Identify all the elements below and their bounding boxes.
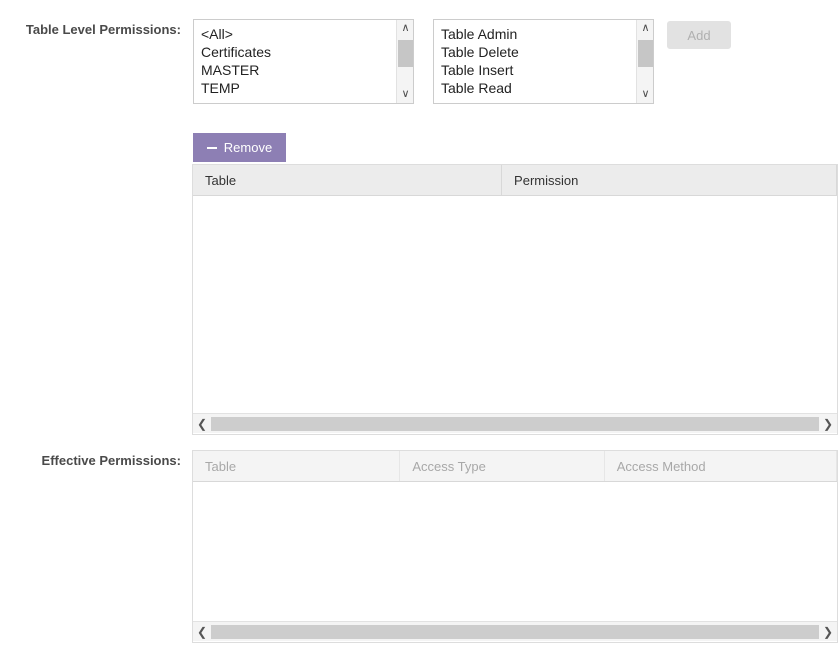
table-list-options[interactable]: <All> Certificates MASTER TEMP — [194, 20, 396, 103]
list-item[interactable]: Certificates — [201, 43, 396, 61]
table-permissions-horizontal-scrollbar[interactable]: ❮ ❯ — [193, 413, 837, 433]
permission-list-options[interactable]: Table Admin Table Delete Table Insert Ta… — [434, 20, 636, 103]
scrollbar-thumb[interactable] — [638, 40, 653, 67]
list-item[interactable]: Table Read — [441, 79, 636, 97]
effective-permissions-grid-header: Table Access Type Access Method — [193, 451, 837, 482]
permission-list-vertical-scrollbar[interactable]: ∧ ∨ — [636, 20, 653, 103]
table-list-vertical-scrollbar[interactable]: ∧ ∨ — [396, 20, 413, 103]
scrollbar-track[interactable] — [211, 414, 819, 434]
add-button[interactable]: Add — [667, 21, 731, 49]
chevron-right-icon[interactable]: ❯ — [819, 414, 837, 434]
remove-button[interactable]: Remove — [193, 133, 286, 162]
chevron-down-icon[interactable]: ∨ — [637, 86, 653, 103]
column-header-table[interactable]: Table — [193, 165, 503, 195]
chevron-left-icon[interactable]: ❮ — [193, 622, 211, 642]
list-item[interactable]: TEMP — [201, 79, 396, 97]
effective-permissions-grid: Table Access Type Access Method ❮ ❯ — [192, 450, 838, 643]
effective-permissions-grid-body — [193, 482, 837, 621]
effective-permissions-horizontal-scrollbar[interactable]: ❮ ❯ — [193, 621, 837, 641]
chevron-left-icon[interactable]: ❮ — [193, 414, 211, 434]
column-header-table[interactable]: Table — [193, 451, 401, 481]
list-item[interactable]: Table Delete — [441, 43, 636, 61]
scrollbar-thumb[interactable] — [211, 624, 819, 639]
table-permissions-grid-header: Table Permission — [193, 165, 837, 196]
permission-list-box[interactable]: Table Admin Table Delete Table Insert Ta… — [433, 19, 654, 104]
list-item[interactable]: Table Admin — [441, 25, 636, 43]
remove-button-label: Remove — [223, 140, 273, 155]
column-header-access-type[interactable]: Access Type — [400, 451, 605, 481]
table-list-box[interactable]: <All> Certificates MASTER TEMP ∧ ∨ — [193, 19, 414, 104]
scrollbar-thumb[interactable] — [211, 416, 819, 431]
chevron-up-icon[interactable]: ∧ — [637, 20, 653, 37]
list-item[interactable]: Table Insert — [441, 61, 636, 79]
effective-permissions-label: Effective Permissions: — [41, 453, 181, 468]
minus-icon — [206, 146, 217, 149]
scrollbar-track[interactable] — [211, 622, 819, 642]
list-item[interactable]: MASTER — [201, 61, 396, 79]
chevron-down-icon[interactable]: ∨ — [397, 86, 413, 103]
chevron-right-icon[interactable]: ❯ — [819, 622, 837, 642]
permissions-form: Table Level Permissions: <All> Certifica… — [0, 0, 838, 661]
chevron-up-icon[interactable]: ∧ — [397, 20, 413, 37]
table-level-permissions-label: Table Level Permissions: — [25, 22, 181, 37]
list-item[interactable]: <All> — [201, 25, 396, 43]
scrollbar-thumb[interactable] — [398, 40, 413, 67]
table-permissions-grid: Table Permission ❮ ❯ — [192, 164, 838, 435]
column-header-permission[interactable]: Permission — [502, 165, 837, 195]
table-permissions-grid-body — [193, 196, 837, 413]
column-header-access-method[interactable]: Access Method — [605, 451, 837, 481]
